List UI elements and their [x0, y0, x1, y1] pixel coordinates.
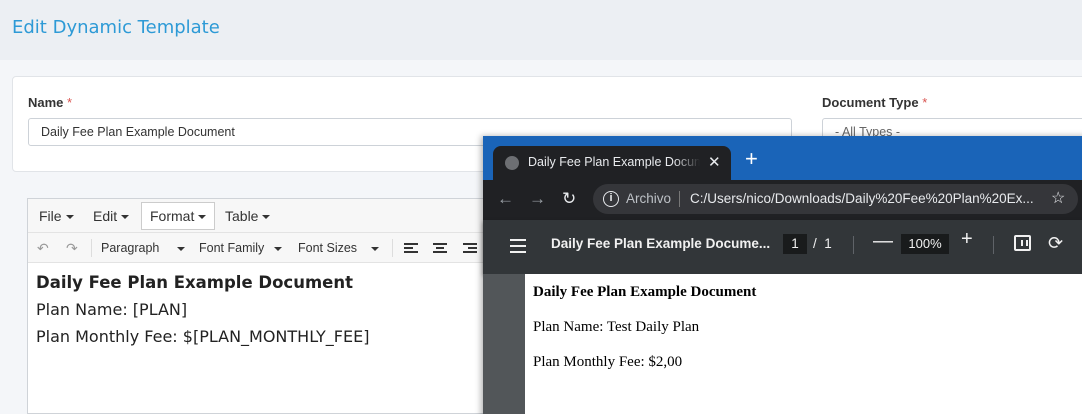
- pdf-content: Daily Fee Plan Example Document Plan Nam…: [533, 284, 756, 389]
- chevron-down-icon: [121, 215, 130, 220]
- browser-window: Daily Fee Plan Example Document ✕ + ← → …: [483, 136, 1082, 414]
- menu-file[interactable]: File: [31, 202, 82, 230]
- pdf-page: Daily Fee Plan Example Document Plan Nam…: [525, 274, 1082, 414]
- bookmark-star-icon[interactable]: ☆: [1051, 188, 1065, 208]
- toolbar-divider: [91, 239, 92, 257]
- name-label-text: Name: [28, 95, 64, 110]
- omnibox[interactable]: i Archivo C:/Users/nico/Downloads/Daily%…: [593, 184, 1078, 214]
- page-separator: /: [813, 236, 817, 251]
- font-family-label: Font Family: [199, 241, 265, 255]
- editor-plan-name: Plan Name: [PLAN]: [36, 300, 188, 319]
- zoom-out-icon[interactable]: —: [873, 230, 893, 253]
- editor-content[interactable]: Daily Fee Plan Example Document Plan Nam…: [36, 273, 369, 354]
- page-header: Edit Dynamic Template: [0, 0, 1082, 60]
- browser-tabstrip: Daily Fee Plan Example Document ✕ +: [483, 136, 1082, 180]
- pdf-plan-name: Plan Name: Test Daily Plan: [533, 319, 700, 335]
- block-format-select[interactable]: Paragraph: [101, 233, 186, 263]
- scheme-label: Archivo: [626, 191, 672, 206]
- name-label: Name *: [28, 95, 72, 110]
- chevron-down-icon: [65, 215, 74, 220]
- menu-format-label: Format: [150, 208, 195, 224]
- zoom-in-icon[interactable]: +: [961, 228, 973, 251]
- url-text[interactable]: C:/Users/nico/Downloads/Daily%20Fee%20Pl…: [690, 191, 1042, 206]
- menu-file-label: File: [39, 208, 62, 224]
- chevron-down-icon: [262, 215, 271, 220]
- pdf-title: Daily Fee Plan Example Docume...: [551, 236, 771, 251]
- editor-plan-fee: Plan Monthly Fee: $[PLAN_MONTHLY_FEE]: [36, 327, 370, 346]
- omnibox-divider: [679, 191, 680, 207]
- rotate-icon[interactable]: ⟳: [1048, 233, 1063, 254]
- menu-table-label: Table: [225, 208, 259, 224]
- menu-edit-label: Edit: [93, 208, 118, 224]
- forward-icon[interactable]: →: [529, 189, 546, 209]
- tab-title: Daily Fee Plan Example Document: [528, 155, 700, 169]
- pdf-heading: Daily Fee Plan Example Document: [533, 284, 757, 300]
- align-left-icon[interactable]: [404, 243, 418, 254]
- fit-to-page-icon[interactable]: [1014, 235, 1031, 251]
- new-tab-icon[interactable]: +: [745, 148, 758, 170]
- chevron-down-icon: [274, 246, 283, 251]
- globe-icon: [505, 156, 519, 170]
- page-count: / 1: [813, 236, 832, 251]
- block-format-label: Paragraph: [101, 241, 160, 255]
- total-pages: 1: [824, 236, 832, 251]
- font-family-select[interactable]: Font Family: [199, 233, 283, 263]
- browser-tab[interactable]: Daily Fee Plan Example Document ✕: [493, 146, 731, 180]
- page-title: Edit Dynamic Template: [12, 17, 220, 38]
- editor-menubar: File Edit Format Table: [28, 199, 496, 233]
- pdf-toolbar-divider: [993, 236, 994, 254]
- menu-icon[interactable]: [510, 239, 526, 257]
- rich-text-editor: File Edit Format Table ↶ ↷ Paragraph Fon…: [27, 198, 497, 414]
- pdf-viewport: Daily Fee Plan Example Document Plan Nam…: [483, 274, 1082, 414]
- align-right-icon[interactable]: [463, 243, 477, 254]
- close-icon[interactable]: ✕: [708, 153, 721, 171]
- page-number-input[interactable]: 1: [783, 234, 807, 254]
- doctype-label: Document Type *: [822, 95, 927, 110]
- chevron-down-icon: [177, 246, 186, 251]
- editor-heading: Daily Fee Plan Example Document: [36, 273, 353, 292]
- pdf-toolbar: Daily Fee Plan Example Docume... 1 / 1 —…: [483, 220, 1082, 274]
- toolbar-divider: [392, 239, 393, 257]
- chevron-down-icon: [371, 246, 380, 251]
- align-center-icon[interactable]: [433, 243, 447, 254]
- editor-toolbar: ↶ ↷ Paragraph Font Family Font Sizes: [28, 233, 496, 263]
- undo-icon[interactable]: ↶: [37, 233, 49, 263]
- address-bar: ← → ↻ i Archivo C:/Users/nico/Downloads/…: [483, 180, 1082, 220]
- pdf-toolbar-divider: [853, 236, 854, 254]
- zoom-level-input[interactable]: 100%: [901, 234, 949, 254]
- info-icon[interactable]: i: [603, 191, 619, 207]
- required-mark: *: [922, 95, 928, 110]
- chevron-down-icon: [198, 215, 207, 220]
- font-sizes-select[interactable]: Font Sizes: [298, 233, 380, 263]
- required-mark: *: [67, 95, 73, 110]
- redo-icon[interactable]: ↷: [66, 233, 78, 263]
- back-icon[interactable]: ←: [497, 189, 514, 209]
- font-sizes-label: Font Sizes: [298, 241, 358, 255]
- pdf-plan-fee: Plan Monthly Fee: $2,00: [533, 354, 683, 370]
- doctype-label-text: Document Type: [822, 95, 919, 110]
- menu-table[interactable]: Table: [217, 202, 278, 230]
- menu-edit[interactable]: Edit: [85, 202, 137, 230]
- menu-format[interactable]: Format: [141, 202, 216, 230]
- reload-icon[interactable]: ↻: [562, 189, 576, 209]
